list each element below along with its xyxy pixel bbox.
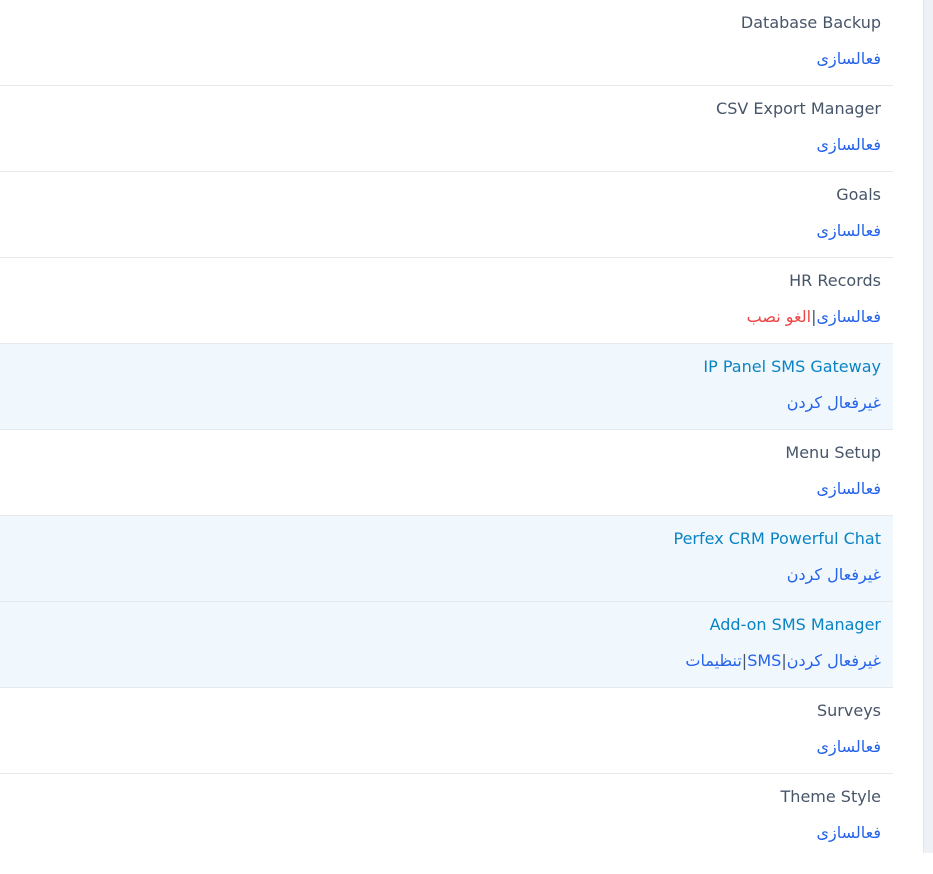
module-name: Database Backup [740,13,881,32]
module-row: CSV Export ManagerفعالسازیDefault module… [0,86,893,172]
vertical-scrollbar[interactable] [923,0,933,853]
module-actions: فعالسازی [816,221,881,241]
module-actions: فعالسازی [816,737,881,757]
module-actions: غیرفعال کردن|SMS|تنظیمات [685,651,881,671]
module-row: Database BackupفعالسازیDefault module to… [0,0,893,86]
module-name: CSV Export Manager [716,99,881,118]
modules-table: Database BackupفعالسازیDefault module to… [0,0,893,874]
module-actions: فعالسازی|الغو نصب [747,307,881,327]
module-actions: فعالسازی [816,479,881,499]
activate-link[interactable]: فعالسازی [816,737,881,756]
module-actions: غیرفعال کردن [787,393,881,413]
module-row: HR Recordsفعالسازی|الغو نصبis to provide… [0,258,893,344]
module-row: Menu SetupفعالسازیDefault module to appl… [0,430,893,516]
module-name: Menu Setup [785,443,881,462]
module-actions: غیرفعال کردن [787,565,881,585]
module-row: IP Panel SMS Gatewayغیرفعال کردنIP Panel… [0,344,893,430]
module-row: SurveysفعالسازیDefault module for sendin… [0,688,893,774]
module-name: Theme Style [780,787,881,806]
deactivate-link[interactable]: غیرفعال کردن [787,651,881,670]
module-row: Add-on SMS Manager غیرفعال کردن|SMS|تنظیم… [0,602,893,688]
module-name: Goals [836,185,881,204]
activate-link[interactable]: فعالسازی [816,307,881,326]
deactivate-link[interactable]: غیرفعال کردن [787,393,881,412]
activate-link[interactable]: فعالسازی [816,135,881,154]
module-name: IP Panel SMS Gateway [703,357,881,376]
module-name: Add-on SMS Manager [709,615,881,634]
deactivate-link[interactable]: غیرفعال کردن [787,565,881,584]
activate-link[interactable]: فعالسازی [816,49,881,68]
module-name: HR Records [789,271,881,290]
module-name: Surveys [817,701,881,720]
module-row: Theme StyleفعالسازیDefault module to app… [0,774,893,874]
module-actions: فعالسازی [816,135,881,155]
activate-link[interactable]: فعالسازی [816,823,881,842]
module-row: Perfex CRM Powerful Chatغیرفعال کردنChat… [0,516,893,602]
uninstall-link[interactable]: الغو نصب [747,307,811,326]
settings-link[interactable]: تنظیمات [685,651,741,670]
module-actions: فعالسازی [816,49,881,69]
sms-link[interactable]: SMS [747,651,781,670]
activate-link[interactable]: فعالسازی [816,479,881,498]
module-row: GoalsفعالسازیDefault module for defining… [0,172,893,258]
activate-link[interactable]: فعالسازی [816,221,881,240]
module-name: Perfex CRM Powerful Chat [673,529,882,548]
module-actions: فعالسازی [816,823,881,843]
